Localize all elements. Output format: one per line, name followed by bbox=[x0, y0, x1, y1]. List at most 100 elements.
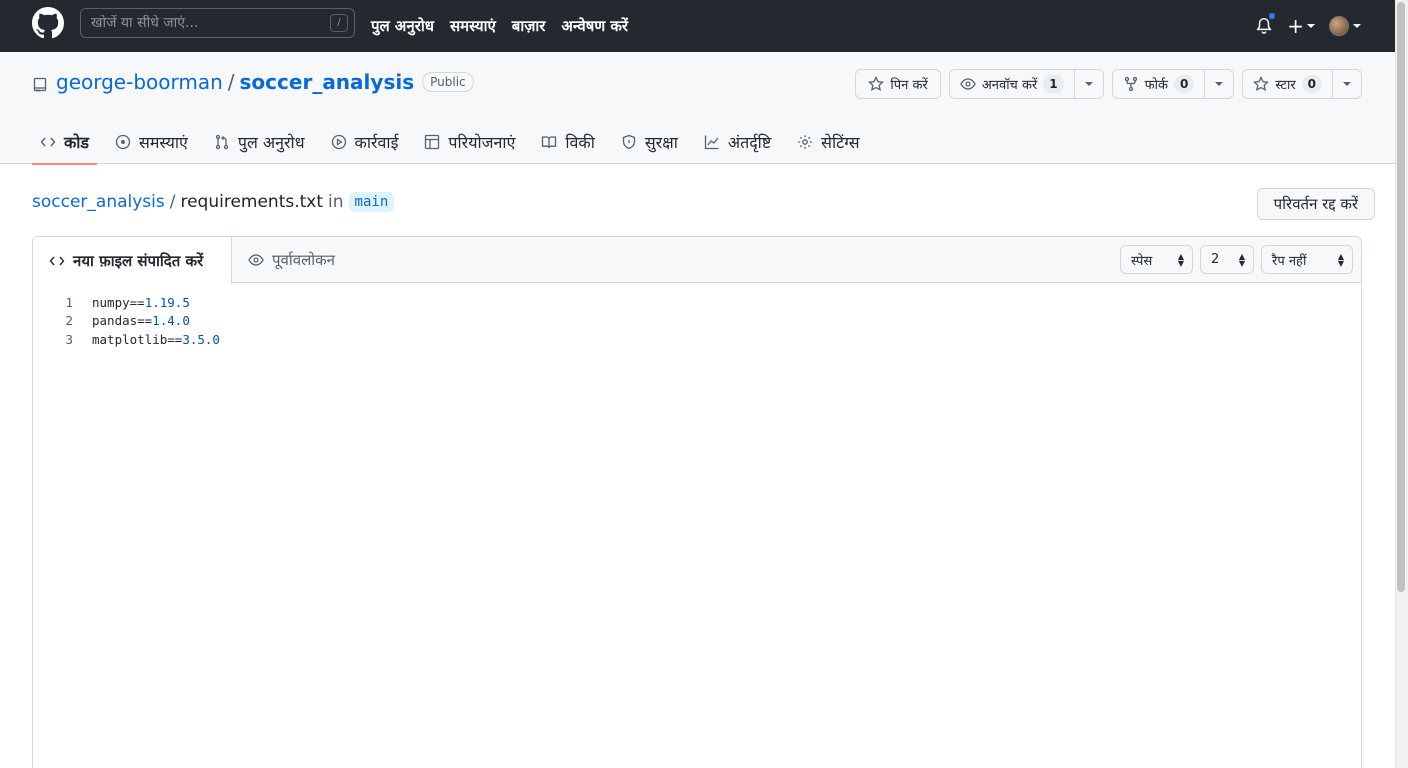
repo-title: george-boorman / soccer_analysis Public bbox=[32, 70, 474, 94]
editor-toolbar: नया फ़ाइल संपादित करें पूर्वावलोकन स्पेस… bbox=[33, 237, 1361, 284]
editor-options: स्पेस ▲ ▼ 2 ▲ ▼ रैप नहीं ▲ ▼ bbox=[1120, 245, 1353, 274]
plus-icon: + bbox=[1287, 14, 1304, 38]
cancel-changes-button[interactable]: परिवर्तन रद्द करें bbox=[1256, 188, 1375, 220]
repo-owner-link[interactable]: george-boorman bbox=[56, 70, 223, 94]
line-number: 2 bbox=[65, 313, 73, 329]
nav-marketplace[interactable]: बाज़ार bbox=[512, 16, 546, 36]
repo-name-link[interactable]: soccer_analysis bbox=[240, 70, 415, 94]
shield-icon bbox=[622, 134, 636, 150]
tab-security[interactable]: सुरक्षा bbox=[613, 120, 686, 164]
nav-explore[interactable]: अन्वेषण करें bbox=[561, 16, 628, 36]
tab-label: पुल अनुरोध bbox=[237, 133, 305, 152]
repo-title-separator: / bbox=[227, 70, 235, 94]
tab-issues[interactable]: समस्याएं bbox=[107, 120, 196, 164]
user-menu[interactable] bbox=[1329, 16, 1361, 36]
gear-icon bbox=[798, 135, 812, 149]
code-line: 3 matplotlib==3.5.0 bbox=[33, 330, 1361, 349]
repo-icon bbox=[32, 74, 48, 92]
package-name: pandas== bbox=[92, 313, 153, 329]
tab-insights[interactable]: अंतर्दृष्टि bbox=[696, 120, 779, 164]
indent-mode-value: स्पेस bbox=[1131, 253, 1153, 269]
code-icon bbox=[40, 137, 56, 147]
github-logo-icon[interactable] bbox=[32, 7, 64, 39]
issue-icon bbox=[115, 134, 131, 150]
line-number: 1 bbox=[65, 294, 73, 310]
tab-label: समस्याएं bbox=[139, 133, 188, 152]
line-content: matplotlib==3.5.0 bbox=[92, 332, 220, 347]
avatar bbox=[1329, 16, 1349, 36]
eye-icon bbox=[960, 78, 976, 90]
tab-pull-requests[interactable]: पुल अनुरोध bbox=[206, 120, 313, 164]
watch-button[interactable]: अनवॉच करें 1 bbox=[950, 70, 1074, 98]
watch-dropdown[interactable] bbox=[1073, 70, 1103, 98]
code-icon bbox=[49, 256, 65, 265]
indent-size-select[interactable]: 2 ▲ ▼ bbox=[1200, 245, 1254, 274]
breadcrumb: soccer_analysis / requirements.txt in ma… bbox=[32, 192, 395, 212]
branch-chip[interactable]: main bbox=[348, 192, 395, 212]
visibility-badge: Public bbox=[422, 72, 474, 92]
scrollbar-thumb[interactable] bbox=[1397, 2, 1405, 592]
star-button[interactable]: स्टार 0 bbox=[1243, 70, 1332, 98]
watch-count: 1 bbox=[1043, 75, 1064, 93]
tab-label: विकी bbox=[565, 133, 595, 152]
fork-label: फोर्क bbox=[1144, 78, 1168, 93]
tab-preview[interactable]: पूर्वावलोकन bbox=[232, 237, 351, 283]
package-name: numpy== bbox=[92, 294, 145, 310]
chevron-down-icon bbox=[1353, 24, 1361, 28]
line-number: 3 bbox=[65, 331, 73, 347]
tab-code[interactable]: कोड bbox=[32, 120, 97, 165]
search-shortcut-key: / bbox=[330, 14, 348, 32]
code-line: 2 pandas==1.4.0 bbox=[33, 312, 1361, 331]
table-icon bbox=[425, 134, 440, 150]
star-count: 0 bbox=[1301, 75, 1322, 93]
graph-icon bbox=[704, 135, 719, 150]
tab-label: कार्रवाई bbox=[354, 133, 399, 152]
tab-label: परियोजनाएं bbox=[448, 133, 516, 152]
fork-count: 0 bbox=[1173, 75, 1195, 93]
header-actions: + bbox=[1255, 0, 1361, 52]
nav-issues[interactable]: समस्याएं bbox=[450, 16, 496, 36]
tab-actions[interactable]: कार्रवाई bbox=[323, 120, 407, 164]
fork-button[interactable]: फोर्क 0 bbox=[1113, 70, 1205, 98]
fork-icon bbox=[1124, 76, 1137, 92]
chevron-down-icon bbox=[1307, 24, 1315, 28]
package-version: 3.5.0 bbox=[182, 331, 220, 347]
search-input[interactable] bbox=[91, 15, 311, 31]
notifications-bell-icon[interactable] bbox=[1255, 12, 1277, 36]
global-nav: पुल अनुरोध समस्याएं बाज़ार अन्वेषण करें bbox=[371, 0, 628, 52]
breadcrumb-repo-link[interactable]: soccer_analysis bbox=[32, 192, 165, 212]
pin-button[interactable]: पिन करें bbox=[855, 69, 941, 99]
wrap-mode-value: रैप नहीं bbox=[1272, 253, 1307, 269]
fork-button-group: फोर्क 0 bbox=[1111, 69, 1235, 99]
preview-tab-label: पूर्वावलोकन bbox=[272, 251, 335, 269]
chevron-down-icon bbox=[1084, 82, 1093, 86]
code-editor[interactable]: 1 numpy==1.19.5 2 pandas==1.4.0 3 matplo… bbox=[33, 283, 1361, 349]
star-button-group: स्टार 0 bbox=[1242, 69, 1362, 99]
tab-wiki[interactable]: विकी bbox=[533, 120, 602, 164]
line-content: numpy==1.19.5 bbox=[92, 295, 190, 310]
page-scrollbar[interactable] bbox=[1395, 0, 1408, 768]
tab-label: कोड bbox=[64, 133, 89, 152]
select-arrows-icon: ▲ ▼ bbox=[1238, 251, 1245, 268]
line-content: pandas==1.4.0 bbox=[92, 313, 190, 328]
watch-button-group: अनवॉच करें 1 bbox=[948, 69, 1104, 99]
fork-dropdown[interactable] bbox=[1204, 70, 1233, 98]
repo-tabs: कोड समस्याएं पुल अनुरोध कार्रवाई परियोजन… bbox=[32, 120, 878, 165]
star-dropdown[interactable] bbox=[1332, 70, 1361, 98]
tab-projects[interactable]: परियोजनाएं bbox=[416, 120, 523, 164]
search-box[interactable]: / bbox=[80, 8, 355, 38]
indent-size-value: 2 bbox=[1211, 252, 1220, 267]
pin-label: पिन करें bbox=[890, 78, 928, 93]
edit-tab-label: नया फ़ाइल संपादित करें bbox=[73, 251, 204, 270]
pin-icon bbox=[868, 76, 885, 92]
wrap-mode-select[interactable]: रैप नहीं ▲ ▼ bbox=[1261, 245, 1353, 274]
package-name: matplotlib== bbox=[92, 331, 183, 347]
create-new-dropdown[interactable]: + bbox=[1287, 14, 1315, 38]
tab-label: अंतर्दृष्टि bbox=[727, 133, 772, 152]
indent-mode-select[interactable]: स्पेस ▲ ▼ bbox=[1120, 245, 1193, 274]
tab-settings[interactable]: सेटिंग्स bbox=[789, 120, 867, 164]
eye-icon bbox=[248, 254, 264, 266]
nav-pull-requests[interactable]: पुल अनुरोध bbox=[371, 16, 434, 36]
tab-edit-file[interactable]: नया फ़ाइल संपादित करें bbox=[33, 237, 232, 284]
code-line: 1 numpy==1.19.5 bbox=[33, 293, 1361, 312]
